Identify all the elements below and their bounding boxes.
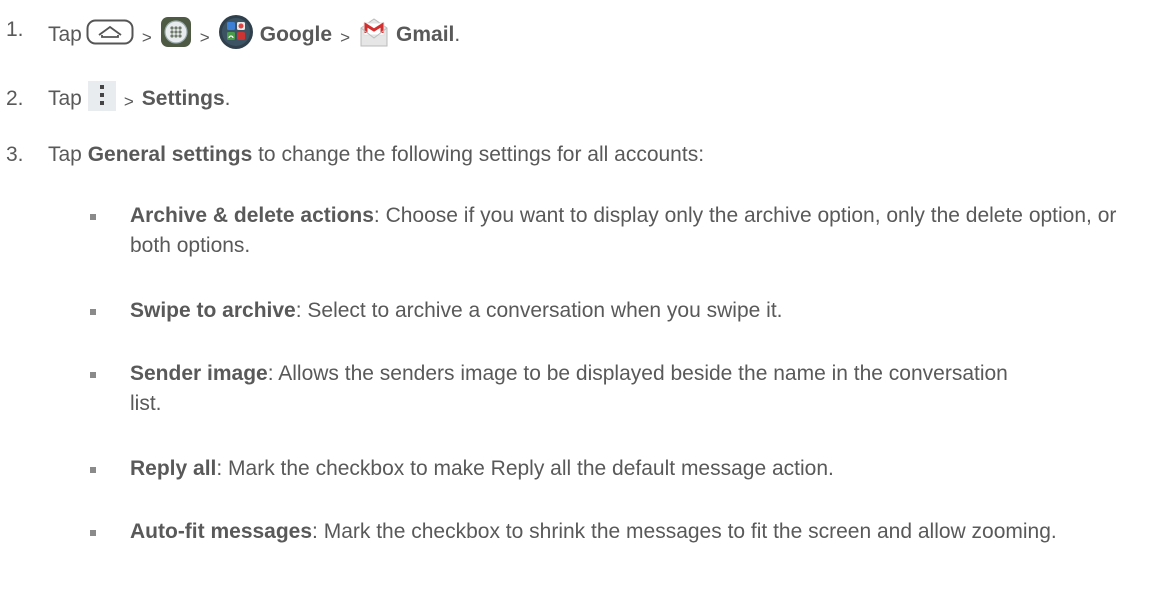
settings-label: Settings	[141, 87, 225, 110]
bullet-term: Archive & delete actions	[130, 204, 374, 227]
home-key-icon	[86, 19, 134, 51]
bullet-icon	[90, 214, 96, 220]
bullet-term: Sender image	[130, 362, 268, 385]
step-3-text: Tap General settings to change the follo…	[48, 143, 704, 167]
menu-icon	[87, 81, 116, 117]
step-number: 2.	[6, 87, 24, 110]
google-label: Google	[259, 23, 333, 46]
step-end: .	[454, 23, 461, 46]
bullet-desc: : Select to archive a conversation when …	[295, 299, 783, 322]
bullet-text: Reply all: Mark the checkbox to make Rep…	[130, 454, 1140, 484]
bullet-term: Reply all	[130, 457, 217, 480]
bullet-icon	[90, 309, 96, 315]
bullet-desc: : Mark the checkbox to make Reply all th…	[216, 457, 834, 480]
gmail-icon	[358, 15, 390, 55]
bullet-icon	[90, 530, 96, 536]
general-settings-label: General settings	[87, 143, 253, 166]
separator: >	[141, 28, 152, 47]
step-number: 3.	[6, 143, 24, 166]
tap-label: Tap	[48, 87, 82, 110]
bullet-desc: : Mark the checkbox to shrink the messag…	[312, 520, 1057, 543]
separator: >	[199, 28, 210, 47]
step-2-text: Tap > Settings .	[48, 81, 230, 117]
tap-label: Tap	[48, 23, 82, 46]
google-folder-icon	[218, 14, 254, 56]
apps-icon	[160, 16, 192, 54]
bullet-text: Auto-fit messages: Mark the checkbox to …	[130, 517, 1140, 547]
bullet-icon	[90, 372, 96, 378]
gmail-label: Gmail	[396, 23, 455, 46]
separator: >	[340, 28, 351, 47]
bullet-text: Archive & delete actions: Choose if you …	[130, 201, 1140, 261]
bullet-text: Swipe to archive: Select to archive a co…	[130, 296, 1140, 326]
step-1-text: Tap > > Google > Gmail .	[48, 14, 460, 56]
step-end: .	[224, 87, 231, 110]
step-number: 1.	[6, 18, 24, 41]
tap-label: Tap	[48, 143, 82, 166]
bullet-term: Auto-fit messages	[130, 520, 313, 543]
separator: >	[123, 92, 134, 111]
step-3-rest: to change the following settings for all…	[252, 143, 705, 166]
bullet-term: Swipe to archive	[130, 299, 296, 322]
bullet-icon	[90, 467, 96, 473]
bullet-text: Sender image: Allows the senders image t…	[130, 359, 1030, 419]
